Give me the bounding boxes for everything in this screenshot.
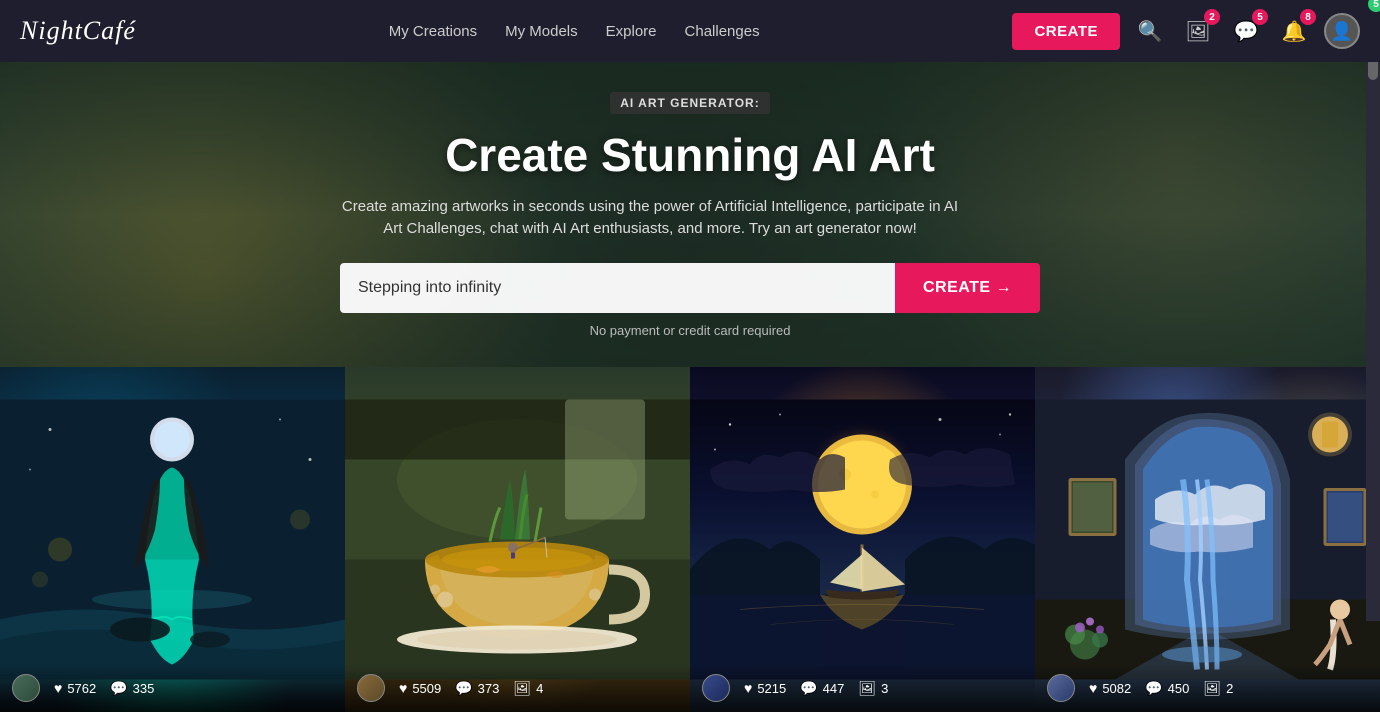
stat-comments-mermaid: 💬 335 [110,680,154,697]
hero-section: AI ART GENERATOR: Create Stunning AI Art… [0,62,1380,367]
comments-count: 335 [133,681,155,696]
gallery-item-fantasy[interactable]: ♥ 5082 💬 450 🖼 2 [1035,367,1380,712]
search-button[interactable]: 🔍 [1132,13,1168,49]
image-icon: 🖼 [858,680,876,697]
gallery: ♥ 5762 💬 335 [0,367,1380,712]
images-count: 4 [536,681,543,696]
navbar: NightCafé My Creations My Models Explore… [0,0,1380,62]
gallery-item-mermaid[interactable]: ♥ 5762 💬 335 [0,367,345,712]
heart-icon: ♥ [744,680,752,696]
stat-comments-sailboat: 💬 447 [800,680,844,697]
hero-create-button[interactable]: CREATE → [895,263,1040,313]
nav-links: My Creations My Models Explore Challenge… [389,23,760,40]
hero-form: CREATE → [340,263,1040,313]
stat-images-fantasy: 🖼 2 [1203,680,1233,697]
nav-my-creations[interactable]: My Creations [389,23,477,40]
stat-likes-fantasy: ♥ 5082 [1089,680,1131,696]
bell-button[interactable]: 🔔 8 [1276,13,1312,49]
logo[interactable]: NightCafé [20,16,136,46]
gallery-image-sailboat [690,367,1035,712]
comment-icon: 💬 [110,680,127,697]
comments-count: 450 [1168,681,1190,696]
gallery-footer-mermaid: ♥ 5762 💬 335 [0,664,345,712]
gallery-avatar-teacup [357,674,385,702]
likes-count: 5509 [412,681,441,696]
gallery-image-fantasy [1035,367,1380,712]
hero-subtitle: Create amazing artworks in seconds using… [340,196,960,241]
nav-explore[interactable]: Explore [606,23,657,40]
avatar-badge: 5 [1368,0,1380,12]
images-count: 2 [1226,681,1233,696]
gallery-item-sailboat[interactable]: ♥ 5215 💬 447 🖼 3 [690,367,1035,712]
user-avatar[interactable]: 👤 5 [1324,13,1360,49]
hero-prompt-input[interactable] [340,263,895,313]
hero-note: No payment or credit card required [340,323,1040,338]
gallery-badge: 2 [1204,9,1220,25]
gallery-item-teacup[interactable]: ♥ 5509 💬 373 🖼 4 [345,367,690,712]
gallery-footer-teacup: ♥ 5509 💬 373 🖼 4 [345,664,690,712]
stat-comments-fantasy: 💬 450 [1145,680,1189,697]
bell-badge: 8 [1300,9,1316,25]
gallery-image-teacup [345,367,690,712]
stat-comments-teacup: 💬 373 [455,680,499,697]
hero-tag: AI ART GENERATOR: [610,92,769,114]
hero-content: AI ART GENERATOR: Create Stunning AI Art… [340,92,1040,338]
stat-images-teacup: 🖼 4 [513,680,543,697]
navbar-actions: CREATE 🔍 🖼 2 💬 5 🔔 8 👤 5 [1012,13,1360,50]
likes-count: 5082 [1102,681,1131,696]
gallery-button[interactable]: 🖼 2 [1180,13,1216,49]
comment-icon: 💬 [1145,680,1162,697]
create-button-nav[interactable]: CREATE [1012,13,1120,50]
image-icon: 🖼 [1203,680,1221,697]
nav-challenges[interactable]: Challenges [685,23,760,40]
gallery-image-mermaid [0,367,345,712]
image-icon: 🖼 [513,680,531,697]
gallery-avatar-sailboat [702,674,730,702]
comment-icon: 💬 [455,680,472,697]
images-count: 3 [881,681,888,696]
likes-count: 5215 [757,681,786,696]
gallery-avatar-mermaid [12,674,40,702]
comments-count: 447 [823,681,845,696]
comment-icon: 💬 [800,680,817,697]
nav-my-models[interactable]: My Models [505,23,578,40]
stat-likes-sailboat: ♥ 5215 [744,680,786,696]
comments-count: 373 [478,681,500,696]
chat-button[interactable]: 💬 5 [1228,13,1264,49]
heart-icon: ♥ [399,680,407,696]
stat-likes-mermaid: ♥ 5762 [54,680,96,696]
gallery-avatar-fantasy [1047,674,1075,702]
avatar-icon: 👤 [1331,21,1353,42]
scrollbar[interactable] [1366,0,1380,621]
stat-likes-teacup: ♥ 5509 [399,680,441,696]
gallery-footer-sailboat: ♥ 5215 💬 447 🖼 3 [690,664,1035,712]
stat-images-sailboat: 🖼 3 [858,680,888,697]
heart-icon: ♥ [1089,680,1097,696]
likes-count: 5762 [67,681,96,696]
chat-badge: 5 [1252,9,1268,25]
heart-icon: ♥ [54,680,62,696]
search-icon: 🔍 [1138,19,1163,44]
hero-title: Create Stunning AI Art [340,128,1040,182]
gallery-footer-fantasy: ♥ 5082 💬 450 🖼 2 [1035,664,1380,712]
